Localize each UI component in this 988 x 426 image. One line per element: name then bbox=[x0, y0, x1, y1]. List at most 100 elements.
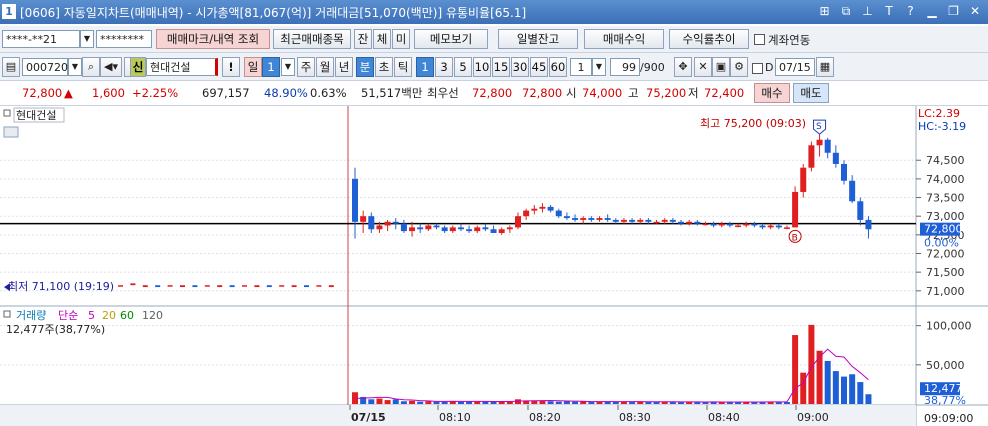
recent-trades-button[interactable]: 최근매매종목 bbox=[273, 29, 351, 49]
candle-body bbox=[531, 208, 538, 211]
low-annotation: 최저 71,100 (19:19) bbox=[8, 280, 114, 293]
stock-name-field[interactable]: 현대건설 bbox=[146, 58, 218, 76]
yield-trend-button[interactable]: 수익률추이 bbox=[669, 29, 749, 49]
ma20-legend: 20 bbox=[102, 309, 116, 322]
candle-body bbox=[816, 139, 823, 146]
volume-bar bbox=[555, 401, 562, 404]
high-label: 고 bbox=[628, 86, 639, 100]
copy-window-icon[interactable]: ⧉ bbox=[839, 3, 853, 19]
calendar-icon[interactable]: ▦ bbox=[816, 57, 834, 77]
help-icon[interactable]: ? bbox=[904, 3, 918, 19]
volume-bar bbox=[629, 402, 636, 404]
interval-1-button[interactable]: 1 bbox=[416, 57, 434, 77]
interval-30-button[interactable]: 30 bbox=[511, 57, 529, 77]
candle-body bbox=[368, 216, 375, 230]
candle-body bbox=[735, 225, 742, 228]
period-monthly-button[interactable]: 월 bbox=[316, 57, 334, 77]
chart-area[interactable]: 71,00071,50072,00072,50073,00073,50074,0… bbox=[0, 106, 988, 426]
period-second-button[interactable]: 초 bbox=[375, 57, 393, 77]
volume-bar bbox=[824, 360, 831, 404]
candle-body bbox=[352, 178, 358, 222]
chart-tools-icon[interactable]: ✥ bbox=[674, 57, 692, 77]
candle-body bbox=[604, 218, 611, 220]
period-weekly-button[interactable]: 주 bbox=[297, 57, 315, 77]
period-number-field[interactable]: 1 bbox=[262, 57, 280, 77]
period-daily-button[interactable]: 일 bbox=[244, 57, 262, 77]
table-view-icon[interactable] bbox=[3, 126, 19, 138]
restore-icon[interactable]: ❐ bbox=[947, 3, 961, 19]
account-link-checkbox[interactable] bbox=[754, 34, 765, 45]
minimize-icon[interactable]: ▁ bbox=[925, 3, 939, 19]
view-count-input[interactable]: 99 bbox=[610, 58, 640, 76]
volume-bar bbox=[816, 350, 823, 404]
candle-body bbox=[857, 201, 864, 220]
interval-60-button[interactable]: 60 bbox=[549, 57, 567, 77]
close-icon[interactable]: ✕ bbox=[968, 3, 982, 19]
chevron-down-icon[interactable]: ▼ bbox=[68, 58, 82, 76]
candle-body bbox=[392, 221, 399, 224]
gear-icon[interactable]: ⚙ bbox=[730, 57, 748, 77]
trade-profit-button[interactable]: 매매수익 bbox=[584, 29, 664, 49]
time-tick-label: 08:30 bbox=[619, 411, 651, 424]
speaker-icon[interactable]: ◀▾ bbox=[100, 57, 122, 77]
candle-body bbox=[572, 218, 579, 220]
pane-menu-icon[interactable] bbox=[3, 109, 11, 117]
interval-45-button[interactable]: 45 bbox=[530, 57, 548, 77]
executed-button[interactable]: 체 bbox=[373, 29, 391, 49]
daily-balance-button[interactable]: 일별잔고 bbox=[498, 29, 578, 49]
password-input[interactable]: ******** bbox=[96, 30, 152, 48]
ma-type-label: 단순 bbox=[58, 309, 78, 322]
period-yearly-button[interactable]: 년 bbox=[335, 57, 353, 77]
chevron-down-icon[interactable]: ▼ bbox=[80, 30, 94, 48]
low-label: 저 bbox=[688, 86, 699, 100]
premarket-candle bbox=[167, 285, 173, 287]
date-checkbox[interactable] bbox=[752, 63, 763, 74]
volume-pane-menu-icon[interactable] bbox=[3, 310, 11, 318]
account-input[interactable]: ****-**21 bbox=[2, 30, 80, 48]
candle-body bbox=[417, 227, 424, 230]
volume-bar bbox=[482, 401, 489, 404]
time-tick-label: 09:00 bbox=[797, 411, 829, 424]
candle-body bbox=[474, 227, 481, 232]
buy-button[interactable]: 매수 bbox=[754, 83, 790, 103]
candle-body bbox=[783, 227, 790, 229]
link-icon[interactable]: ⊞ bbox=[818, 3, 832, 19]
chart-background bbox=[0, 106, 988, 426]
price-tick-label: 71,500 bbox=[926, 266, 965, 279]
volume-pane-title: 거래량 bbox=[16, 309, 46, 322]
save-icon[interactable]: ▣ bbox=[712, 57, 730, 77]
hc-label: HC:-3.19 bbox=[918, 120, 966, 133]
trade-mark-query-button[interactable]: 매매마크/내역 조회 bbox=[156, 29, 270, 49]
interval-input[interactable]: 1 bbox=[570, 58, 592, 76]
search-icon[interactable]: ⌕ bbox=[82, 57, 100, 77]
interval-5-button[interactable]: 5 bbox=[454, 57, 472, 77]
stock-code-input[interactable]: 000720 bbox=[22, 58, 68, 76]
chevron-down-icon[interactable]: ▼ bbox=[592, 58, 606, 76]
date-input[interactable]: 07/15 bbox=[775, 58, 815, 76]
candle-body bbox=[702, 223, 709, 226]
turnover-rate: 0.63% bbox=[310, 86, 347, 100]
time-tick-label: 08:10 bbox=[439, 411, 471, 424]
chevron-down-icon[interactable]: ▼ bbox=[281, 58, 295, 76]
warning-button[interactable]: ! bbox=[222, 57, 240, 77]
unfilled-button[interactable]: 미 bbox=[392, 29, 410, 49]
period-tick-button[interactable]: 틱 bbox=[394, 57, 412, 77]
interval-10-button[interactable]: 10 bbox=[473, 57, 491, 77]
memo-view-button[interactable]: 메모보기 bbox=[414, 29, 488, 49]
pin-icon[interactable]: ⊥ bbox=[861, 3, 875, 19]
interval-3-button[interactable]: 3 bbox=[435, 57, 453, 77]
volume-bar bbox=[857, 382, 864, 404]
text-icon[interactable]: T bbox=[882, 3, 896, 19]
candle-body bbox=[360, 216, 367, 222]
candle-body bbox=[669, 219, 676, 222]
layout-icon[interactable]: ▤ bbox=[2, 57, 20, 77]
period-minute-button[interactable]: 분 bbox=[356, 57, 374, 77]
candle-body bbox=[555, 210, 562, 217]
sell-button[interactable]: 매도 bbox=[793, 83, 829, 103]
candle-body bbox=[645, 219, 652, 222]
high-annotation: 최고 75,200 (09:03) bbox=[700, 117, 806, 130]
balance-button[interactable]: 잔 bbox=[354, 29, 372, 49]
crosshair-icon[interactable]: ✕ bbox=[694, 57, 712, 77]
interval-15-button[interactable]: 15 bbox=[492, 57, 510, 77]
candle-body bbox=[629, 219, 636, 222]
